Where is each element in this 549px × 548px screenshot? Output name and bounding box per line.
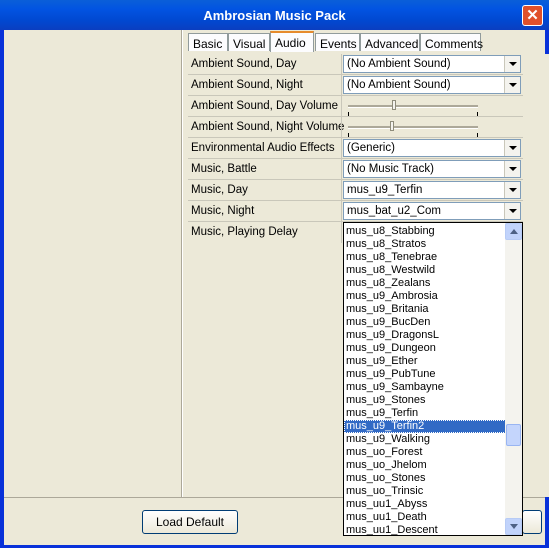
scroll-up-icon[interactable] [505,223,522,240]
column-divider [341,138,342,159]
load-default-button[interactable]: Load Default [142,510,238,534]
property-label: Ambient Sound, Day [191,58,297,70]
chevron-down-icon[interactable] [504,203,520,219]
combo-value: (No Music Track) [347,163,434,175]
slider-tick [477,133,478,137]
column-divider [341,222,342,243]
chevron-down-icon[interactable] [504,182,520,198]
environmental-effects-combo[interactable]: (Generic) [343,139,521,157]
slider-track [348,105,478,108]
footer-button-partial[interactable] [522,510,542,534]
dropdown-item[interactable]: mus_uu1_Descent [344,524,506,535]
dropdown-item[interactable]: mus_u9_BucDen [344,316,506,329]
column-divider [341,180,342,201]
slider-tick [348,133,349,137]
dropdown-item[interactable]: mus_u9_Stones [344,394,506,407]
column-divider [341,96,342,117]
column-divider [341,117,342,138]
property-row-music-day[interactable]: Music, Day mus_u9_Terfin [188,180,523,201]
combo-value: mus_bat_u2_Com [347,205,441,217]
ambient-day-combo[interactable]: (No Ambient Sound) [343,55,521,73]
property-row-ambient-night-volume[interactable]: Ambient Sound, Night Volume [188,117,523,138]
scroll-down-icon[interactable] [505,518,522,535]
close-button[interactable]: ✕ [522,5,543,26]
right-margin [523,54,549,497]
property-row-ambient-day[interactable]: Ambient Sound, Day (No Ambient Sound) [188,54,523,75]
tab-comments[interactable]: Comments [420,33,483,51]
property-row-ambient-night[interactable]: Ambient Sound, Night (No Ambient Sound) [188,75,523,96]
dropdown-item[interactable]: mus_u9_Ether [344,355,506,368]
dropdown-item[interactable]: mus_u9_Walking [344,433,506,446]
scroll-thumb[interactable] [506,424,521,446]
dropdown-item[interactable]: mus_uu1_Abyss [344,498,506,511]
tab-audio[interactable]: Audio [270,31,314,52]
property-row-music-battle[interactable]: Music, Battle (No Music Track) [188,159,523,180]
chevron-down-icon[interactable] [504,77,520,93]
dropdown-item[interactable]: mus_uo_Trinsic [344,485,506,498]
tab-events[interactable]: Events [315,33,360,51]
dropdown-item[interactable]: mus_u9_Britania [344,303,506,316]
dropdown-scrollbar[interactable] [505,223,522,535]
tab-basic[interactable]: Basic [188,33,228,51]
left-panel [4,30,183,497]
combo-value: (Generic) [347,142,395,154]
chevron-down-icon[interactable] [504,161,520,177]
property-label: Ambient Sound, Night Volume [191,121,345,133]
window-title: Ambrosian Music Pack [203,8,346,23]
combo-value: (No Ambient Sound) [347,58,451,70]
ambient-night-combo[interactable]: (No Ambient Sound) [343,76,521,94]
dropdown-item[interactable]: mus_u8_Westwild [344,264,506,277]
music-night-combo[interactable]: mus_bat_u2_Com [343,202,521,220]
slider-track [348,126,478,129]
combo-value: mus_u9_Terfin [347,184,423,196]
property-label: Music, Playing Delay [191,226,298,238]
dropdown-item[interactable]: mus_uo_Stones [344,472,506,485]
column-divider [341,54,342,75]
dropdown-item[interactable]: mus_u9_Terfin [344,407,506,420]
dropdown-item[interactable]: mus_u9_DragonsL [344,329,506,342]
property-label: Ambient Sound, Day Volume [191,100,339,112]
column-divider [341,75,342,96]
property-label: Environmental Audio Effects [191,142,335,154]
day-volume-slider[interactable] [348,100,478,116]
slider-thumb[interactable] [390,121,394,131]
property-row-environmental-effects[interactable]: Environmental Audio Effects (Generic) [188,138,523,159]
dropdown-item[interactable]: mus_u9_Ambrosia [344,290,506,303]
property-row-ambient-day-volume[interactable]: Ambient Sound, Day Volume [188,96,523,117]
dropdown-item[interactable]: mus_u9_Sambayne [344,381,506,394]
properties-window: Ambrosian Music Pack ✕ Basic Visual Audi… [0,0,549,548]
dropdown-item[interactable]: mus_u8_Tenebrae [344,251,506,264]
property-label: Music, Night [191,205,255,217]
title-bar[interactable]: Ambrosian Music Pack ✕ [0,0,549,30]
music-night-dropdown-list[interactable]: mus_u8_Stabbing mus_u8_Stratos mus_u8_Tene… [343,222,523,536]
slider-tick [477,112,478,116]
dropdown-item[interactable]: mus_uo_Forest [344,446,506,459]
dropdown-item[interactable]: mus_u9_PubTune [344,368,506,381]
combo-value: (No Ambient Sound) [347,79,451,91]
column-divider [341,159,342,180]
dropdown-item[interactable]: mus_u8_Stabbing [344,225,506,238]
music-day-combo[interactable]: mus_u9_Terfin [343,181,521,199]
chevron-down-icon[interactable] [504,140,520,156]
dropdown-item[interactable]: mus_u9_Terfin2 [344,420,506,433]
dropdown-item[interactable]: mus_uo_Jhelom [344,459,506,472]
property-row-music-night[interactable]: Music, Night mus_bat_u2_Com [188,201,523,222]
tab-visual[interactable]: Visual [228,33,270,51]
dropdown-item[interactable]: mus_u9_Dungeon [344,342,506,355]
dropdown-item[interactable]: mus_uu1_Death [344,511,506,524]
slider-tick [348,112,349,116]
music-battle-combo[interactable]: (No Music Track) [343,160,521,178]
dropdown-item[interactable]: mus_u8_Stratos [344,238,506,251]
night-volume-slider[interactable] [348,121,478,137]
chevron-down-icon[interactable] [504,56,520,72]
property-label: Ambient Sound, Night [191,79,303,91]
property-label: Music, Battle [191,163,257,175]
tab-advanced[interactable]: Advanced [360,33,420,51]
slider-thumb[interactable] [392,100,396,110]
column-divider [341,201,342,222]
dropdown-item[interactable]: mus_u8_Zealans [344,277,506,290]
property-label: Music, Day [191,184,248,196]
